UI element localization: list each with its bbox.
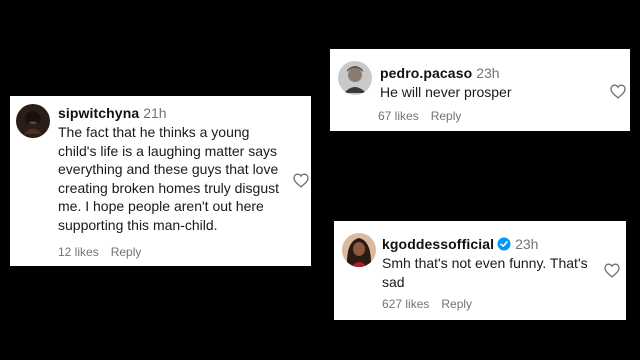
avatar[interactable] bbox=[342, 233, 376, 267]
avatar[interactable] bbox=[16, 104, 50, 138]
heart-outline-icon[interactable] bbox=[293, 173, 309, 188]
verified-badge-icon bbox=[497, 237, 511, 251]
reply-button[interactable]: Reply bbox=[441, 297, 472, 311]
comment-text: Smh that's not even funny. That's sad bbox=[382, 255, 588, 290]
comment-header: sipwitchyna 21h bbox=[58, 104, 167, 122]
likes-count[interactable]: 12 likes bbox=[58, 245, 99, 259]
comment-text: The fact that he thinks a young child's … bbox=[58, 124, 279, 233]
reply-button[interactable]: Reply bbox=[431, 109, 462, 123]
comment-text: He will never prosper bbox=[380, 84, 512, 100]
timestamp[interactable]: 23h bbox=[515, 236, 538, 252]
heart-outline-icon[interactable] bbox=[604, 263, 620, 278]
username[interactable]: kgoddessofficial bbox=[382, 236, 494, 252]
comment-meta: 627 likes Reply bbox=[382, 297, 472, 311]
avatar[interactable] bbox=[338, 61, 372, 95]
timestamp[interactable]: 23h bbox=[476, 65, 499, 81]
likes-count[interactable]: 67 likes bbox=[378, 109, 419, 123]
username[interactable]: pedro.pacaso bbox=[380, 65, 472, 81]
comment-header: pedro.pacaso 23h bbox=[380, 64, 500, 82]
reply-button[interactable]: Reply bbox=[111, 245, 142, 259]
heart-outline-icon[interactable] bbox=[610, 84, 626, 99]
username[interactable]: sipwitchyna bbox=[58, 105, 139, 121]
comment-card-pedro-pacaso: pedro.pacaso 23h He will never prosper 67… bbox=[330, 49, 630, 131]
comment-meta: 12 likes Reply bbox=[58, 245, 141, 259]
comment-card-sipwitchyna: sipwitchyna 21h The fact that he thinks a… bbox=[10, 96, 311, 266]
comment-header: kgoddessofficial 23h bbox=[382, 235, 538, 253]
likes-count[interactable]: 627 likes bbox=[382, 297, 429, 311]
comment-meta: 67 likes Reply bbox=[378, 109, 461, 123]
timestamp[interactable]: 21h bbox=[143, 105, 166, 121]
screenshot-canvas: sipwitchyna 21h The fact that he thinks a… bbox=[0, 0, 640, 360]
comment-card-kgoddessofficial: kgoddessofficial 23h Smh that's not even … bbox=[334, 221, 626, 320]
